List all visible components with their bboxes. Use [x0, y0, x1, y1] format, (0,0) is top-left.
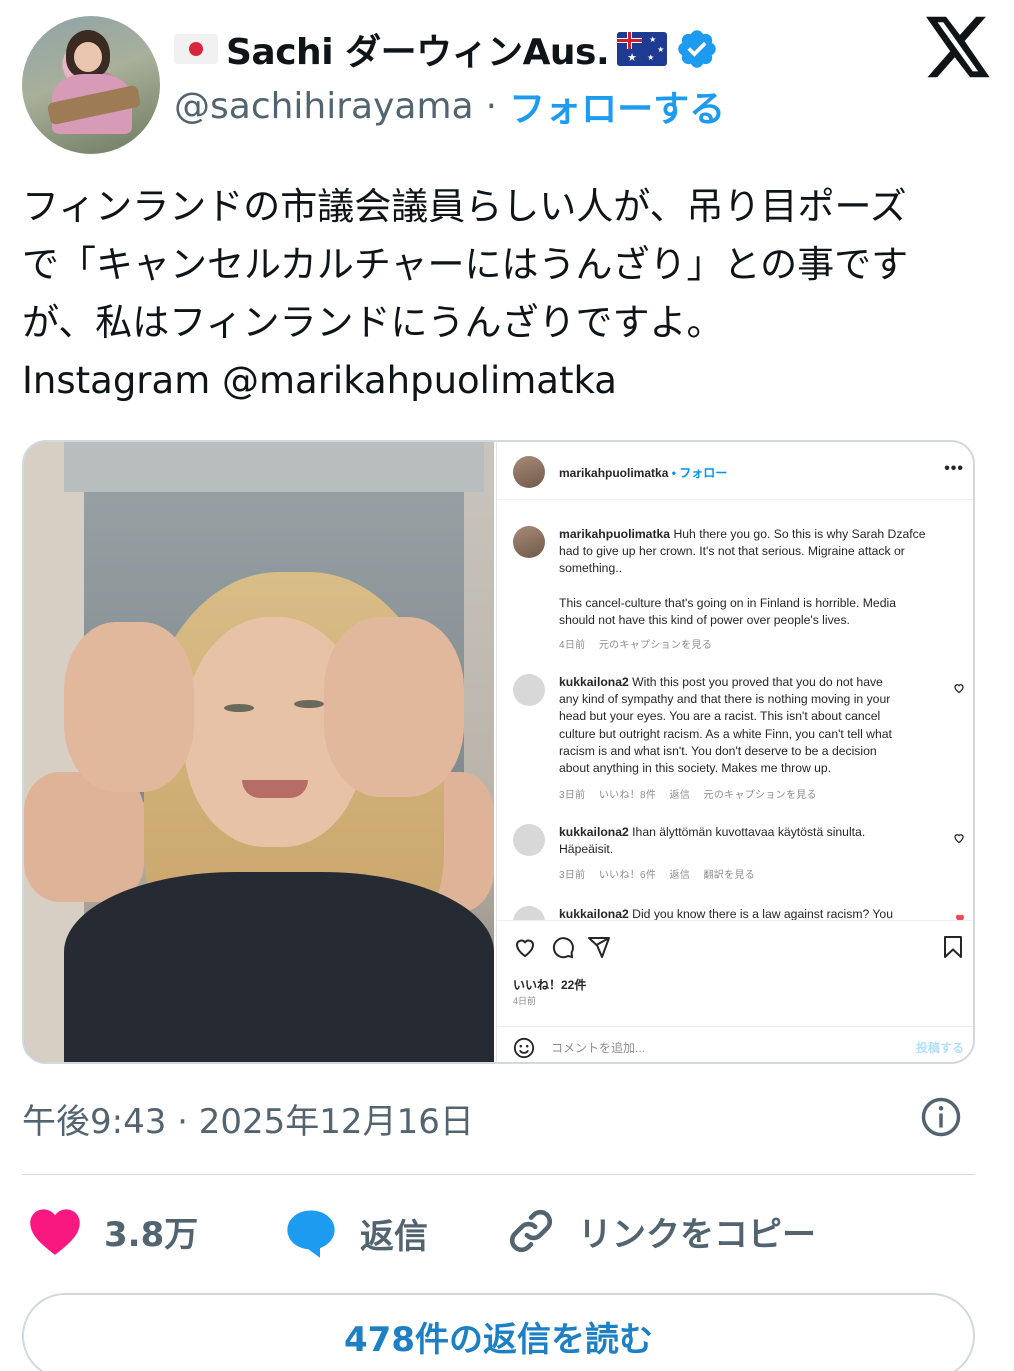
ig-share-icon: [588, 937, 610, 958]
ig-add-comment-bar: コメントを追加... 投稿する: [497, 1026, 973, 1062]
tweet-header: Sachi ダーウィンAus. ★ ★ ★ ★ @sachihirayama ·…: [22, 16, 992, 156]
ig-comment-meta: 3日前 いいね！8件 返信 元のキャプションを見る: [559, 790, 817, 801]
ig-caption-line: something..: [559, 561, 623, 576]
verified-badge-icon: [678, 30, 716, 68]
tweet-text: フィンランドの市議会議員らしい人が、吊り目ポーズ で「キャンセルカルチャーにはう…: [22, 178, 982, 410]
ig-comment-line: With this post you proved that you do no…: [628, 675, 883, 689]
ig-emoji-icon: [513, 1037, 535, 1059]
ig-commenter-avatar: [513, 824, 545, 856]
reply-bubble-icon: [287, 1210, 335, 1258]
ig-caption-user: marikahpuolimatka: [559, 527, 671, 541]
ig-header: marikahpuolimatka • フォロー •••: [497, 442, 973, 500]
link-icon: [509, 1209, 553, 1253]
ig-comment-user: kukkailona2: [559, 825, 629, 839]
ig-comment-user: kukkailona2: [559, 907, 629, 920]
author-avatar[interactable]: [22, 16, 160, 154]
author-display-name[interactable]: Sachi ダーウィンAus.: [226, 23, 610, 75]
read-replies-button[interactable]: 478件の返信を読む: [22, 1293, 975, 1371]
ig-avatar: [513, 456, 545, 488]
tweet-text-line: で「キャンセルカルチャーにはうんざり」との事です: [22, 243, 909, 286]
tweet-text-line: フィンランドの市議会議員らしい人が、吊り目ポーズ: [22, 185, 907, 228]
ig-comment-line: Ihan älyttömän kuvottavaa käytöstä sinul…: [628, 825, 866, 839]
ig-post-button: 投稿する: [915, 1041, 964, 1055]
copy-link-label: リンクをコピー: [578, 1214, 816, 1255]
copy-link-button[interactable]: リンクをコピー: [506, 1206, 816, 1256]
ig-comment: kukkailona2 Did you know there is a law …: [559, 906, 959, 920]
ig-comment-line: racism is and what isn't. You don't dese…: [559, 743, 877, 758]
ig-follow-label: フォロー: [679, 466, 728, 480]
ig-caption-line: This cancel-culture that's going on in F…: [559, 595, 896, 610]
separator-dot: ·: [485, 85, 498, 127]
ig-comment-meta: 3日前 いいね！6件 返信 翻訳を見る: [559, 870, 756, 881]
ig-comment-clip: kukkailona2 Did you know there is a law …: [497, 900, 973, 920]
ig-commenter-avatar: [513, 674, 545, 706]
ig-commenter-avatar: [513, 906, 545, 920]
ig-comment: kukkailona2 Ihan älyttömän kuvottavaa kä…: [559, 824, 959, 858]
ig-comment-line: any kind of sympathy and that there is n…: [559, 692, 891, 707]
ig-more-icon: •••: [944, 460, 964, 477]
ig-dot: •: [671, 466, 676, 480]
ig-caption: marikahpuolimatka Huh there you go. So t…: [559, 526, 959, 629]
info-icon[interactable]: [920, 1096, 962, 1138]
ig-add-comment-input: コメントを追加...: [551, 1041, 646, 1055]
ig-comment-line: head but your eyes. You are a racist. Th…: [559, 709, 881, 724]
author-name-row[interactable]: Sachi ダーウィンAus. ★ ★ ★ ★: [174, 24, 719, 74]
ig-heart-icon: [515, 939, 535, 958]
instagram-screenshot: marikahpuolimatka • フォロー ••• marikahpuol…: [496, 442, 973, 1062]
ig-username-row: marikahpuolimatka • フォロー: [559, 464, 727, 481]
like-count: 3.8万: [104, 1214, 199, 1255]
ig-caption-line: Huh there you go. So this is why Sarah D…: [670, 527, 926, 541]
author-handle[interactable]: @sachihirayama: [174, 86, 474, 127]
tweet-media[interactable]: marikahpuolimatka • フォロー ••• marikahpuol…: [22, 440, 975, 1064]
reply-button[interactable]: 返信: [284, 1206, 428, 1260]
ig-comment-user: kukkailona2: [559, 675, 629, 689]
tweet-timestamp[interactable]: 午後9:43 · 2025年12月16日: [22, 1094, 474, 1143]
like-button[interactable]: 3.8万: [28, 1206, 198, 1256]
media-photo[interactable]: [24, 442, 494, 1062]
ig-comment: kukkailona2 With this post you proved th…: [559, 674, 959, 777]
australia-flag-icon: ★ ★ ★ ★: [617, 32, 668, 66]
ig-caption-meta: 4日前 元のキャプションを見る: [559, 640, 713, 651]
ig-like-heart-icon: [954, 684, 964, 694]
ig-bookmark-icon: [944, 936, 962, 958]
ig-username: marikahpuolimatka: [559, 466, 669, 480]
ig-comment-line: Did you know there is a law against raci…: [628, 907, 893, 920]
ig-comment-line: culture but outright racism. As a white …: [559, 726, 892, 741]
tweet-text-line: Instagram @marikahpuolimatka: [22, 359, 617, 402]
tweet-text-line: が、私はフィンランドにうんざりですよ。: [22, 301, 724, 344]
ig-like-heart-filled-icon: [956, 914, 964, 920]
follow-button[interactable]: フォローする: [509, 80, 725, 132]
ig-likes-count: いいね！22件: [513, 978, 587, 992]
reply-label: 返信: [360, 1216, 428, 1257]
ig-comment-icon: [552, 937, 574, 959]
read-replies-label: 478件の返信を読む: [344, 1319, 653, 1360]
divider: [22, 1174, 975, 1175]
ig-caption-avatar: [513, 526, 545, 558]
x-logo-icon[interactable]: [926, 16, 992, 78]
heart-icon: [30, 1209, 80, 1255]
author-handle-row: @sachihirayama · フォローする: [174, 80, 725, 132]
ig-caption-line: had to give up her crown. It's not that …: [559, 544, 905, 559]
ig-comment-line: Häpeäisit.: [559, 842, 614, 857]
ig-caption-line: [559, 578, 959, 595]
ig-comment-line: about anything in this society. Makes me…: [559, 761, 832, 776]
ig-caption-line: should not have this kind of power over …: [559, 612, 850, 627]
ig-post-date: 4日前: [513, 996, 537, 1006]
ig-like-heart-icon: [954, 834, 964, 844]
japan-flag-icon: [174, 34, 218, 64]
